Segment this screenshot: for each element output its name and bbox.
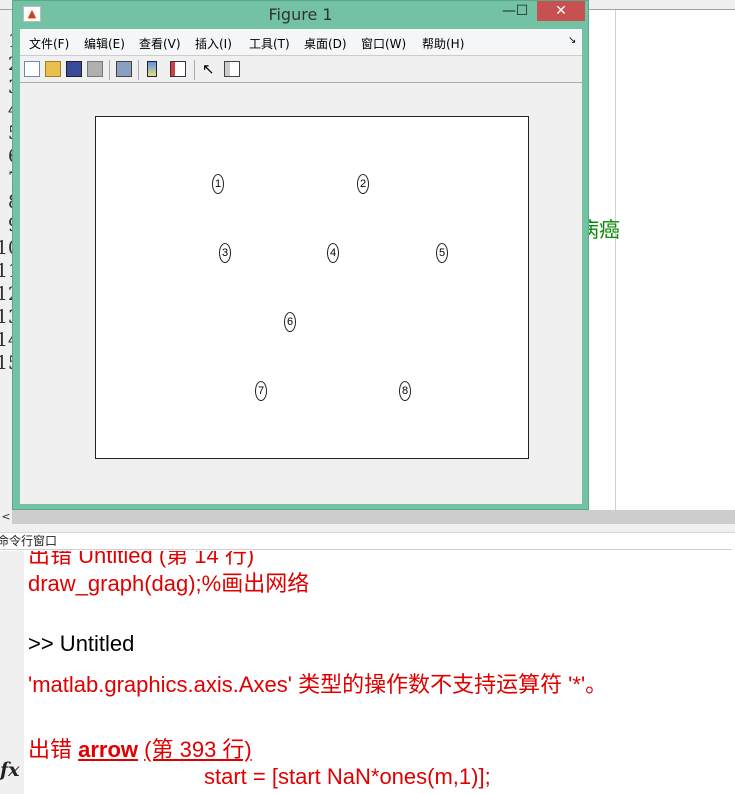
editor-margin-line [615, 10, 616, 510]
legend-icon[interactable] [170, 61, 186, 77]
divider[interactable] [0, 524, 735, 533]
graph-node: 2 [357, 174, 369, 194]
menu-bar: 文件(F) 编辑(E) 查看(V) 插入(I) 工具(T) 桌面(D) 窗口(W… [20, 29, 582, 56]
open-file-icon[interactable] [45, 61, 61, 77]
graph-node: 4 [327, 243, 339, 263]
menu-edit[interactable]: 编辑(E) [84, 35, 125, 52]
maximize-button[interactable]: ☐ [507, 1, 537, 21]
close-button[interactable]: ✕ [537, 1, 585, 21]
print-icon[interactable] [87, 61, 103, 77]
colorbar-icon[interactable] [147, 61, 157, 77]
menu-desktop[interactable]: 桌面(D) [304, 35, 347, 52]
error-message: 'matlab.graphics.axis.Axes' 类型的操作数不支持运算符… [28, 672, 608, 697]
graph-node: 5 [436, 243, 448, 263]
menu-tools[interactable]: 工具(T) [249, 35, 290, 52]
graph-node: 7 [255, 381, 267, 401]
save-icon[interactable] [66, 61, 82, 77]
pointer-icon[interactable]: ↖ [202, 61, 218, 77]
graph-node: 3 [219, 243, 231, 263]
function-browser-icon[interactable]: fx [0, 759, 20, 781]
new-figure-icon[interactable] [24, 61, 40, 77]
dock-arrow-icon[interactable]: ↘ [568, 35, 576, 46]
graph-axes[interactable]: 1 2 3 4 5 6 7 8 [95, 116, 529, 459]
menu-file[interactable]: 文件(F) [29, 35, 69, 52]
figure-toolbar: ↖ [20, 56, 582, 83]
command-prompt-line: >> Untitled [28, 631, 135, 656]
command-gutter [0, 551, 24, 794]
error-location: 出错 arrow (第 393 行) [28, 732, 252, 764]
command-window[interactable]: 出错 Untitled (第 14 行) draw_graph(dag);%画出… [0, 551, 735, 794]
menu-help[interactable]: 帮助(H) [422, 35, 464, 52]
editor-horizontal-scrollbar[interactable]: < [0, 510, 735, 524]
line-link[interactable]: (第 393 行) [144, 737, 252, 762]
graph-node: 1 [212, 174, 224, 194]
menu-window[interactable]: 窗口(W) [361, 35, 406, 52]
graph-node: 6 [284, 312, 296, 332]
graph-node: 8 [399, 381, 411, 401]
scroll-left-icon[interactable]: < [0, 510, 12, 524]
command-window-title: 命令行窗口 [0, 533, 732, 550]
property-editor-icon[interactable] [224, 61, 240, 77]
error-code-line: start = [start NaN*ones(m,1)]; [204, 764, 491, 789]
arrow-link[interactable]: arrow [78, 737, 138, 762]
output-line: draw_graph(dag);%画出网络 [28, 571, 310, 596]
link-plot-icon[interactable] [116, 61, 132, 77]
menu-view[interactable]: 查看(V) [139, 35, 181, 52]
error-prefix: 出错 [28, 737, 79, 762]
menu-insert[interactable]: 插入(I) [195, 35, 232, 52]
figure-window[interactable]: ▲ Figure 1 — ☐ ✕ 文件(F) 编辑(E) 查看(V) 插入(I)… [12, 0, 589, 510]
